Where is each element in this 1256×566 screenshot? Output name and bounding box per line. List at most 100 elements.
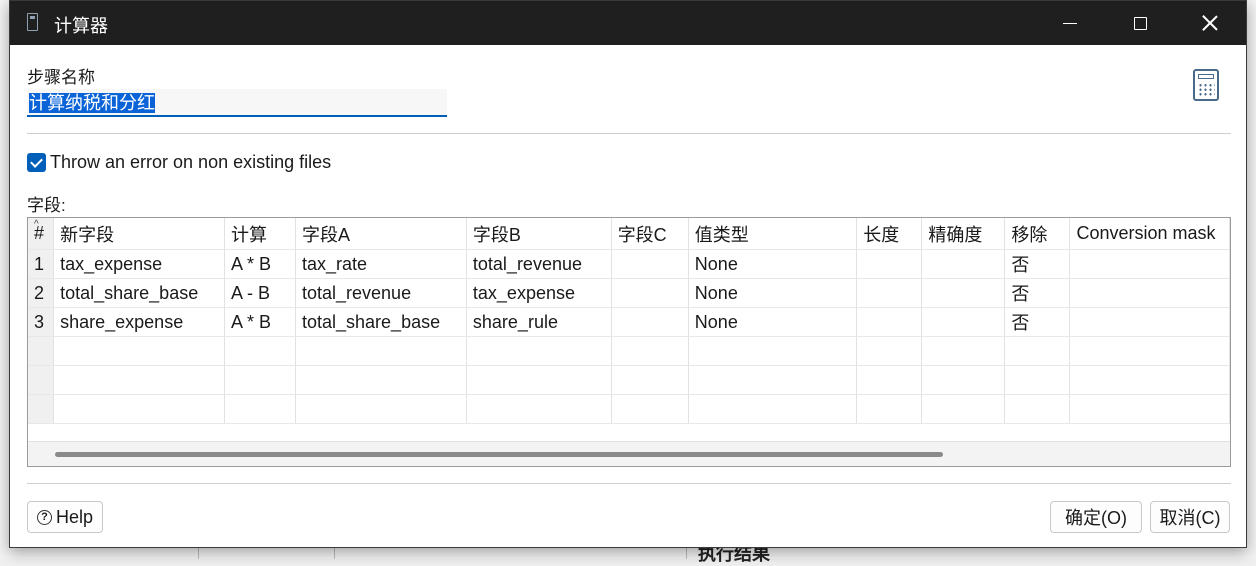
throw-error-checkbox-label[interactable]: Throw an error on non existing files xyxy=(50,152,331,173)
background-divider xyxy=(198,548,199,559)
table-row[interactable]: 2 total_share_base A - Btotal_revenue tax_e… xyxy=(28,278,1230,308)
row-number-cell[interactable]: 2 xyxy=(28,278,55,308)
table-cell[interactable] xyxy=(53,394,226,424)
column-header[interactable]: 字段C xyxy=(611,218,689,250)
table-cell[interactable] xyxy=(224,336,296,366)
table-cell[interactable]: tax_expense xyxy=(53,249,226,279)
table-cell[interactable]: None xyxy=(688,307,858,337)
table-cell[interactable] xyxy=(611,249,689,279)
column-header[interactable]: 新字段 xyxy=(53,218,226,250)
table-cell[interactable] xyxy=(856,307,923,337)
scrollbar-thumb[interactable] xyxy=(55,452,943,457)
table-cell[interactable]: share_expense xyxy=(53,307,226,337)
close-icon xyxy=(1202,15,1218,31)
close-button[interactable] xyxy=(1175,1,1245,45)
column-header[interactable]: 精确度 xyxy=(921,218,1006,250)
help-button[interactable]: ? Help xyxy=(27,501,103,533)
column-header[interactable]: 移除 xyxy=(1004,218,1071,250)
table-cell[interactable] xyxy=(921,307,1006,337)
row-number-cell[interactable] xyxy=(28,365,55,395)
minimize-button[interactable] xyxy=(1035,1,1105,45)
table-cell[interactable] xyxy=(295,365,467,395)
table-cell[interactable] xyxy=(611,307,689,337)
table-cell[interactable]: 否 xyxy=(1004,278,1071,308)
step-name-input[interactable]: 计算纳税和分红 xyxy=(27,89,447,117)
column-header[interactable]: 计算 xyxy=(224,218,296,250)
table-cell[interactable] xyxy=(1069,394,1230,424)
table-cell[interactable]: None xyxy=(688,249,858,279)
maximize-button[interactable] xyxy=(1105,1,1175,45)
table-cell[interactable] xyxy=(466,365,612,395)
table-cell[interactable] xyxy=(1069,278,1230,308)
fields-table: ^ # 新字段 计算 字段A 字段B 字段C 值类型 长度 精确度 移除 Conv… xyxy=(27,217,1231,467)
table-cell[interactable]: None xyxy=(688,278,858,308)
table-cell[interactable] xyxy=(53,365,226,395)
table-row[interactable]: 1 tax_expense A * Btax_rate total_revenue No… xyxy=(28,249,1230,279)
table-cell[interactable] xyxy=(466,394,612,424)
table-cell[interactable] xyxy=(856,249,923,279)
maximize-icon xyxy=(1133,16,1147,30)
table-cell[interactable] xyxy=(466,336,612,366)
table-row[interactable] xyxy=(28,365,1230,395)
column-header[interactable]: ^ # xyxy=(28,218,55,250)
table-cell[interactable] xyxy=(688,365,858,395)
table-cell[interactable] xyxy=(295,336,467,366)
table-row[interactable] xyxy=(28,394,1230,424)
table-cell[interactable] xyxy=(921,278,1006,308)
column-header[interactable]: Conversion mask xyxy=(1069,218,1230,250)
table-cell[interactable]: 否 xyxy=(1004,307,1071,337)
help-label: Help xyxy=(55,506,94,527)
table-cell[interactable] xyxy=(688,336,858,366)
table-cell[interactable] xyxy=(856,278,923,308)
table-cell[interactable]: total_share_base xyxy=(53,278,226,308)
table-cell[interactable] xyxy=(611,365,689,395)
table-cell[interactable]: total_revenue xyxy=(295,278,467,308)
table-cell[interactable] xyxy=(611,394,689,424)
table-cell[interactable]: 否 xyxy=(1004,249,1071,279)
table-cell[interactable] xyxy=(1069,365,1230,395)
table-cell[interactable]: share_rule xyxy=(466,307,612,337)
table-cell[interactable] xyxy=(688,394,858,424)
column-header[interactable]: 长度 xyxy=(856,218,923,250)
table-cell[interactable] xyxy=(1069,249,1230,279)
row-number-cell[interactable]: 3 xyxy=(28,307,55,337)
calculator-dialog: 计算器 步骤名称 计算纳税和分红 Throw an error on non e… xyxy=(9,0,1247,548)
table-cell[interactable]: total_share_base xyxy=(295,307,467,337)
throw-error-checkbox[interactable] xyxy=(27,153,46,172)
table-cell[interactable] xyxy=(611,336,689,366)
table-cell[interactable] xyxy=(1004,365,1071,395)
table-cell[interactable] xyxy=(856,336,923,366)
table-cell[interactable] xyxy=(224,394,296,424)
table-cell[interactable]: total_revenue xyxy=(466,249,612,279)
cancel-button[interactable]: 取消(C) xyxy=(1150,501,1230,533)
table-cell[interactable]: A * B xyxy=(224,249,296,279)
table-cell[interactable] xyxy=(224,365,296,395)
row-number-cell[interactable]: 1 xyxy=(28,249,55,279)
table-cell[interactable] xyxy=(53,336,226,366)
table-cell[interactable] xyxy=(1004,336,1071,366)
horizontal-scrollbar[interactable] xyxy=(28,441,1230,466)
table-cell[interactable] xyxy=(921,365,1006,395)
column-header[interactable]: 值类型 xyxy=(688,218,858,250)
table-cell[interactable] xyxy=(1069,336,1230,366)
table-cell[interactable] xyxy=(1004,394,1071,424)
table-cell[interactable] xyxy=(1069,307,1230,337)
row-number-cell[interactable] xyxy=(28,336,55,366)
table-cell[interactable] xyxy=(856,365,923,395)
column-header[interactable]: 字段B xyxy=(466,218,612,250)
table-row[interactable]: 3 share_expense A * Btotal_share_base share… xyxy=(28,307,1230,337)
table-cell[interactable]: tax_expense xyxy=(466,278,612,308)
table-cell[interactable] xyxy=(856,394,923,424)
table-cell[interactable]: tax_rate xyxy=(295,249,467,279)
table-cell[interactable]: A * B xyxy=(224,307,296,337)
table-cell[interactable] xyxy=(921,394,1006,424)
table-cell[interactable] xyxy=(295,394,467,424)
ok-button[interactable]: 确定(O) xyxy=(1050,501,1142,533)
table-cell[interactable] xyxy=(921,249,1006,279)
table-cell[interactable]: A - B xyxy=(224,278,296,308)
column-header[interactable]: 字段A xyxy=(295,218,467,250)
row-number-cell[interactable] xyxy=(28,394,55,424)
table-row[interactable] xyxy=(28,336,1230,366)
table-cell[interactable] xyxy=(921,336,1006,366)
table-cell[interactable] xyxy=(611,278,689,308)
